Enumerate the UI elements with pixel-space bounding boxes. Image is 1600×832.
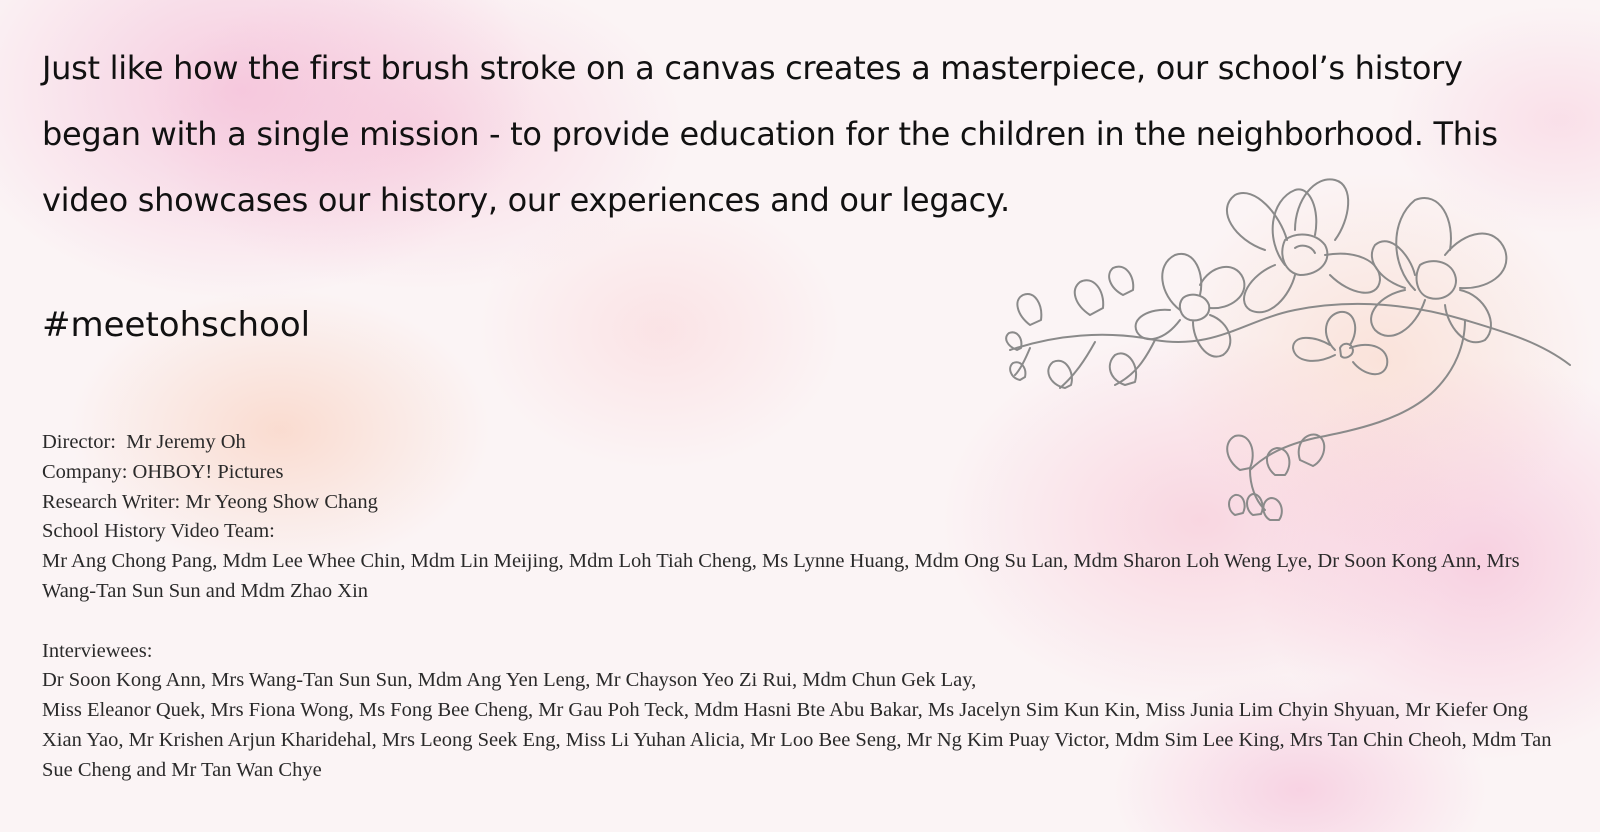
director-credit: Director: Mr Jeremy Oh [42,431,246,453]
credits-block: Director: Mr Jeremy Oh Company: OHBOY! P… [42,428,1562,786]
interviewees-list-first: Dr Soon Kong Ann, Mrs Wang-Tan Sun Sun, … [42,669,977,692]
intro-paragraph: Just like how the first brush stroke on … [42,49,1498,219]
company-credit: Company: OHBOY! Pictures [42,460,284,483]
interviewees-list-rest: Miss Eleanor Quek, Mrs Fiona Wong, Ms Fo… [42,699,1557,781]
team-members-list: Mr Ang Chong Pang, Mdm Lee Whee Chin, Md… [42,550,1525,602]
section-spacer [42,607,1562,637]
research-writer-credit: Research Writer: Mr Yeong Show Chang [42,490,378,513]
interviewees-heading: Interviewees: [42,639,153,662]
team-heading: School History Video Team: [42,520,275,543]
hashtag-label: #meetohschool [42,305,311,345]
